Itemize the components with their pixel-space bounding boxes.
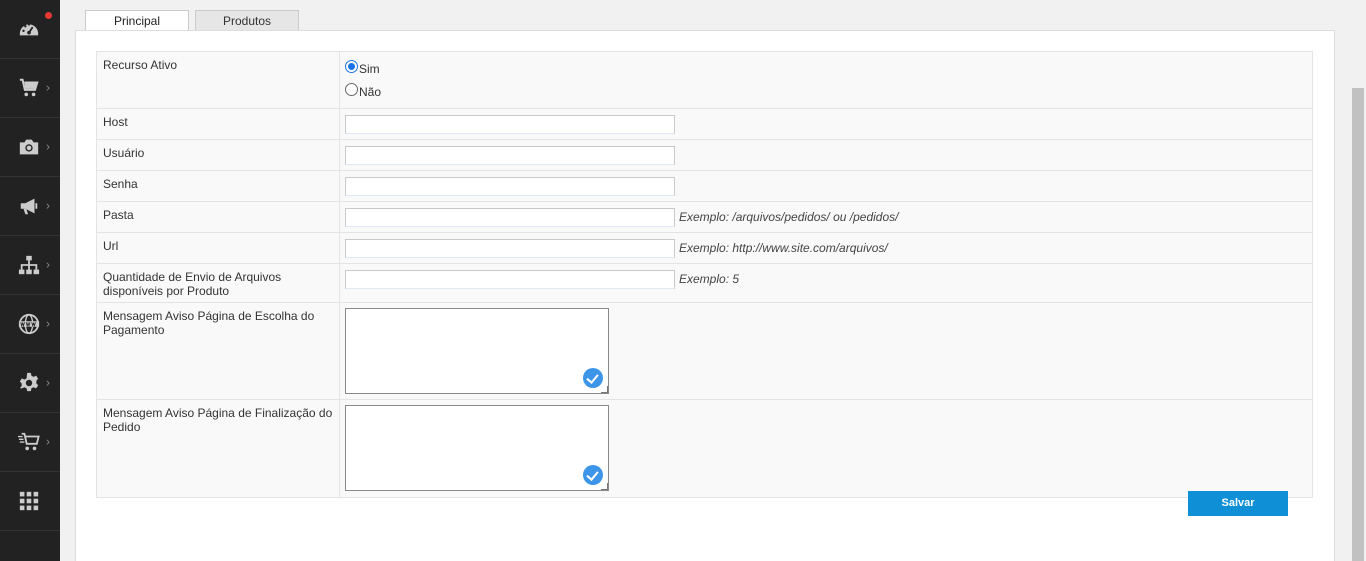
sidebar: › › › › › › ›: [0, 0, 60, 561]
sitemap-icon: [18, 255, 40, 275]
form-row-recurso-ativo: Recurso Ativo Sim Não: [97, 52, 1312, 109]
quantity-input[interactable]: [345, 270, 675, 289]
form-row-msg-finalizacao: Mensagem Aviso Página de Finalização do …: [97, 400, 1312, 497]
chevron-right-icon: ›: [46, 139, 50, 154]
megaphone-icon: [20, 198, 38, 215]
field-label: Url: [97, 233, 340, 263]
sidebar-item-marketing[interactable]: ›: [0, 177, 60, 236]
field-label: Recurso Ativo: [97, 52, 340, 108]
sidebar-item-orders[interactable]: ›: [0, 413, 60, 472]
form-row-quantidade: Quantidade de Envio de Arquivos disponív…: [97, 264, 1312, 303]
folder-input[interactable]: [345, 208, 675, 227]
field-label: Usuário: [97, 140, 340, 170]
save-button[interactable]: Salvar: [1188, 491, 1288, 516]
field-label: Pasta: [97, 202, 340, 232]
field-label: Host: [97, 109, 340, 139]
chevron-right-icon: ›: [46, 198, 50, 213]
fast-cart-icon: [18, 432, 40, 451]
tab-principal[interactable]: Principal: [85, 10, 189, 32]
sidebar-item-cart[interactable]: ›: [0, 59, 60, 118]
scrollbar[interactable]: [1350, 0, 1366, 561]
radio-nao[interactable]: Não: [345, 83, 382, 99]
dashboard-icon: [19, 23, 39, 36]
payment-message-textarea[interactable]: [345, 308, 609, 394]
sidebar-item-website[interactable]: ›: [0, 295, 60, 354]
field-hint: Exemplo: http://www.site.com/arquivos/: [679, 241, 888, 255]
url-input[interactable]: [345, 239, 675, 258]
camera-icon: [19, 139, 39, 155]
sidebar-item-settings[interactable]: ›: [0, 354, 60, 413]
radio-button-checked[interactable]: [345, 60, 358, 73]
notification-dot: [45, 12, 52, 19]
form-row-pasta: Pasta Exemplo: /arquivos/pedidos/ ou /pe…: [97, 202, 1312, 233]
globe-www-icon: [18, 313, 40, 335]
radio-label: Sim: [359, 62, 380, 76]
field-label: Senha: [97, 171, 340, 201]
form-row-usuario: Usuário: [97, 140, 1312, 171]
radio-button[interactable]: [345, 83, 358, 96]
field-hint: Exemplo: /arquivos/pedidos/ ou /pedidos/: [679, 210, 899, 224]
field-label: Mensagem Aviso Página de Escolha do Paga…: [97, 303, 340, 399]
sidebar-item-media[interactable]: ›: [0, 118, 60, 177]
field-label: Quantidade de Envio de Arquivos disponív…: [97, 264, 340, 302]
apps-grid-icon: [19, 491, 39, 511]
radio-sim[interactable]: Sim: [345, 60, 380, 76]
settings-form: Recurso Ativo Sim Não Host Usuário Senha…: [96, 51, 1313, 498]
sidebar-item-structure[interactable]: ›: [0, 236, 60, 295]
main-content: Principal Produtos Recurso Ativo Sim Não…: [60, 0, 1350, 561]
form-row-senha: Senha: [97, 171, 1312, 202]
chevron-right-icon: ›: [46, 257, 50, 272]
sidebar-item-apps[interactable]: [0, 472, 60, 531]
username-input[interactable]: [345, 146, 675, 165]
host-input[interactable]: [345, 115, 675, 134]
radio-label: Não: [359, 85, 382, 99]
chevron-right-icon: ›: [46, 80, 50, 95]
sidebar-item-dashboard[interactable]: [0, 0, 60, 59]
field-hint: Exemplo: 5: [679, 272, 740, 286]
tab-produtos[interactable]: Produtos: [195, 10, 299, 31]
form-row-host: Host: [97, 109, 1312, 140]
password-input[interactable]: [345, 177, 675, 196]
scrollbar-thumb[interactable]: [1352, 88, 1364, 561]
chevron-right-icon: ›: [46, 375, 50, 390]
cart-icon: [19, 78, 39, 97]
gear-icon: [19, 372, 39, 392]
completion-message-textarea[interactable]: [345, 405, 609, 491]
chevron-right-icon: ›: [46, 316, 50, 331]
field-label: Mensagem Aviso Página de Finalização do …: [97, 400, 340, 497]
form-row-url: Url Exemplo: http://www.site.com/arquivo…: [97, 233, 1312, 264]
chevron-right-icon: ›: [46, 434, 50, 449]
form-row-msg-pagamento: Mensagem Aviso Página de Escolha do Paga…: [97, 303, 1312, 400]
